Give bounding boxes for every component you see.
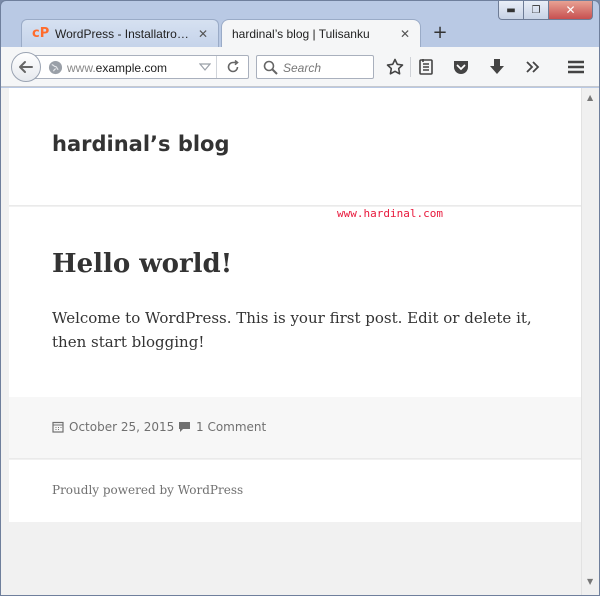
new-tab-button[interactable]: + — [429, 21, 451, 43]
url-bar[interactable]: www.example.com — [31, 55, 249, 79]
tab-title: WordPress - Installatron ... — [55, 26, 192, 41]
comments-link[interactable]: 1 Comment — [178, 420, 266, 434]
search-bar[interactable]: Search — [256, 55, 374, 79]
tab-strip: cP WordPress - Installatron ... ✕ hardin… — [1, 15, 599, 47]
globe-icon — [48, 60, 63, 75]
post-date-text: October 25, 2015 — [69, 420, 175, 434]
page-viewport: hardinal’s blog www.hardinal.com Hello w… — [1, 88, 599, 595]
vertical-scrollbar[interactable]: ▲ ▼ — [581, 88, 599, 595]
scroll-down-icon[interactable]: ▼ — [587, 577, 593, 586]
site-title[interactable]: hardinal’s blog — [52, 132, 230, 156]
post-title[interactable]: Hello world! — [52, 249, 232, 279]
tab-close-icon[interactable]: ✕ — [400, 27, 410, 41]
post-body: Welcome to WordPress. This is your first… — [52, 309, 532, 351]
bookmarks-menu-icon[interactable] — [416, 57, 436, 77]
powered-by-link[interactable]: Proudly powered by WordPress — [52, 483, 243, 497]
back-arrow-icon — [19, 61, 33, 73]
history-dropdown-icon[interactable] — [199, 62, 211, 72]
overflow-chevron-icon[interactable] — [523, 57, 543, 77]
scroll-up-icon[interactable]: ▲ — [587, 93, 593, 102]
post-date[interactable]: October 25, 2015 — [52, 420, 174, 434]
post: www.hardinal.com Hello world! Welcome to… — [9, 207, 581, 397]
url-text[interactable]: www.example.com — [67, 61, 167, 75]
comments-text: 1 Comment — [196, 420, 267, 434]
comment-icon — [178, 421, 191, 433]
calendar-icon — [52, 421, 64, 433]
reload-icon — [227, 60, 239, 73]
url-prefix: www. — [67, 61, 96, 75]
search-input[interactable]: Search — [283, 61, 321, 75]
tab-title: hardinal’s blog | Tulisanku — [232, 26, 370, 41]
browser-window: ▬ ❐ ✕ cP WordPress - Installatron ... ✕ … — [0, 0, 600, 596]
tab-installatron[interactable]: cP WordPress - Installatron ... ✕ — [21, 19, 219, 47]
tab-close-icon[interactable]: ✕ — [198, 27, 208, 41]
content-area: hardinal’s blog www.hardinal.com Hello w… — [9, 88, 581, 595]
bookmark-star-icon[interactable] — [385, 57, 405, 77]
tab-hardinal-blog[interactable]: hardinal’s blog | Tulisanku ✕ — [221, 19, 421, 47]
download-icon[interactable] — [487, 57, 507, 77]
post-meta: October 25, 2015 1 Comment — [9, 397, 581, 459]
site-header: hardinal’s blog — [9, 88, 581, 206]
search-icon — [263, 60, 278, 75]
back-button[interactable] — [11, 52, 41, 82]
watermark-text: www.hardinal.com — [337, 207, 443, 220]
toolbar-separator — [410, 57, 411, 77]
site-footer: Proudly powered by WordPress — [9, 460, 581, 522]
hamburger-menu-icon[interactable] — [566, 57, 586, 77]
url-domain: example.com — [95, 61, 168, 75]
reload-button[interactable] — [216, 56, 248, 78]
cpanel-icon: cP — [32, 25, 50, 41]
pocket-icon[interactable] — [451, 57, 471, 77]
navigation-toolbar: www.example.com Search — [1, 47, 599, 87]
